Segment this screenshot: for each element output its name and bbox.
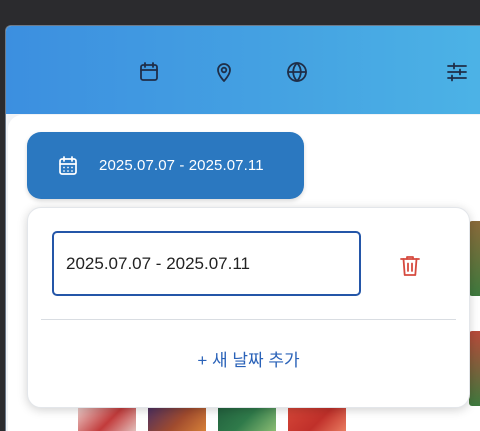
food-image[interactable]	[469, 331, 480, 406]
divider	[41, 319, 456, 320]
food-image[interactable]	[469, 221, 480, 296]
delete-date-button[interactable]	[396, 251, 424, 281]
calendar-icon[interactable]	[136, 59, 162, 85]
top-toolbar	[6, 26, 480, 114]
date-range-field[interactable]: 2025.07.07 - 2025.07.11	[52, 231, 361, 296]
location-pin-icon[interactable]	[211, 59, 237, 85]
date-range-text: 2025.07.07 - 2025.07.11	[99, 157, 264, 174]
date-picker-popup: 2025.07.07 - 2025.07.11 + 새 날짜 추가	[27, 207, 470, 408]
add-new-date-button[interactable]: + 새 날짜 추가	[28, 346, 469, 371]
filter-sliders-icon[interactable]	[444, 59, 470, 85]
trash-icon	[400, 256, 420, 276]
selected-date-chip[interactable]: 2025.07.07 - 2025.07.11	[27, 132, 304, 199]
globe-icon[interactable]	[284, 59, 310, 85]
calendar-icon	[55, 153, 81, 179]
